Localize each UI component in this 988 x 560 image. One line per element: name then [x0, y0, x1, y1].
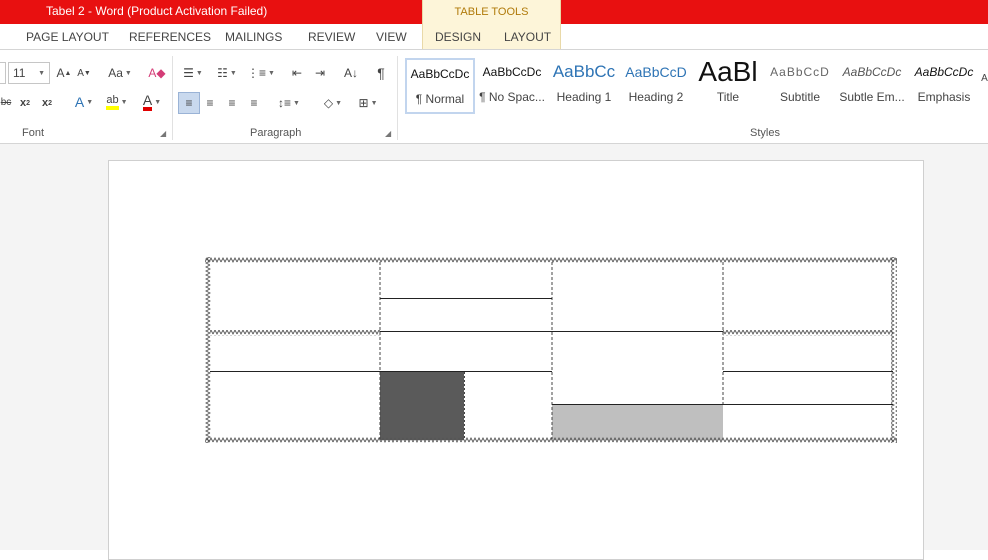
styles-scroll-icon[interactable]: A	[981, 68, 988, 88]
window-title: Tabel 2 - Word (Product Activation Faile…	[46, 4, 268, 18]
style-subtle-emphasis[interactable]: AaBbCcDc Subtle Em...	[837, 58, 907, 114]
tab-review[interactable]: REVIEW	[308, 30, 355, 44]
style-name: Title	[716, 90, 740, 104]
style-preview: AaBbCcD	[770, 65, 830, 79]
ribbon: 11 ▼ A ▲ A ▼ Aa ▼ A◆ bc x2 x2 A ▼ ab ▼ A ▼ Font…	[0, 50, 988, 144]
numbering-icon[interactable]: ☷ ▼	[213, 63, 241, 83]
justify-icon[interactable]: ≡	[245, 93, 263, 113]
change-case-icon[interactable]: Aa ▼	[106, 63, 134, 83]
bullets-icon[interactable]: ☰ ▼	[179, 63, 207, 83]
shaded-cell-light[interactable]	[552, 405, 723, 440]
font-size-value: 11	[13, 66, 26, 80]
style-title[interactable]: AaBl Title	[693, 58, 763, 114]
style-preview: AaBbCcDc	[482, 65, 542, 79]
font-size-box[interactable]: 11 ▼	[8, 62, 50, 84]
style-name: Heading 1	[556, 90, 612, 104]
sort-icon[interactable]: A↓	[342, 63, 360, 83]
increase-indent-icon[interactable]: ⇥	[311, 63, 329, 83]
align-right-icon[interactable]: ≡	[223, 93, 241, 113]
decrease-indent-icon[interactable]: ⇤	[288, 63, 306, 83]
style-name: ¶ No Spac...	[479, 90, 545, 104]
align-center-icon[interactable]: ≡	[201, 93, 219, 113]
shrink-font-icon[interactable]: A ▼	[77, 63, 91, 83]
document-table[interactable]	[205, 257, 897, 443]
style-heading-2[interactable]: AaBbCcD Heading 2	[621, 58, 691, 114]
superscript-icon[interactable]: x2	[40, 93, 54, 113]
table-border-right	[891, 257, 897, 443]
style-name: Subtle Em...	[839, 90, 905, 104]
tab-layout[interactable]: LAYOUT	[504, 30, 551, 44]
style-preview: AaBbCcDc	[410, 67, 470, 81]
style-name: Heading 2	[628, 90, 684, 104]
table-border-left	[205, 257, 211, 443]
group-separator	[397, 56, 398, 140]
font-dialog-launcher-icon[interactable]: ◢	[160, 129, 166, 138]
style-preview: AaBl	[698, 58, 758, 86]
font-name-box-edge[interactable]	[0, 62, 6, 84]
paragraph-group-label: Paragraph	[250, 127, 302, 139]
font-group-label: Font	[22, 127, 45, 139]
tab-design[interactable]: DESIGN	[435, 30, 481, 44]
style-name: Subtitle	[779, 90, 821, 104]
paragraph-dialog-launcher-icon[interactable]: ◢	[385, 129, 391, 138]
style-preview: AaBbCcD	[625, 64, 687, 80]
font-color-icon[interactable]: A ▼	[138, 92, 166, 112]
table-tools-label: TABLE TOOLS	[454, 6, 529, 18]
table-border-inner	[210, 330, 380, 336]
grow-font-icon[interactable]: A ▲	[57, 63, 72, 83]
borders-icon[interactable]: ⊞ ▼	[353, 93, 383, 113]
table-border-top	[205, 257, 897, 263]
align-left-icon[interactable]: ≡	[178, 92, 200, 114]
style-heading-1[interactable]: AaBbCc Heading 1	[549, 58, 619, 114]
shading-icon[interactable]: ◇ ▼	[318, 93, 348, 113]
style-preview: AaBbCcDc	[842, 65, 902, 79]
group-separator	[172, 56, 173, 140]
line-spacing-icon[interactable]: ↕≡ ▼	[275, 93, 303, 113]
tab-view[interactable]: VIEW	[376, 30, 407, 44]
style-name: ¶ Normal	[415, 92, 465, 106]
table-tools-band: TABLE TOOLS DESIGN LAYOUT	[422, 0, 561, 49]
styles-group-label: Styles	[750, 127, 780, 139]
tab-references[interactable]: REFERENCES	[129, 30, 211, 44]
table-border-bottom	[205, 437, 897, 443]
style-subtitle[interactable]: AaBbCcD Subtitle	[765, 58, 835, 114]
subscript-icon[interactable]: x2	[18, 93, 32, 113]
show-marks-icon[interactable]: ¶	[372, 63, 390, 83]
style-emphasis[interactable]: AaBbCcDc Emphasis	[909, 58, 979, 114]
shaded-cell-dark[interactable]	[380, 372, 464, 440]
chevron-down-icon: ▼	[38, 69, 45, 77]
style-preview: AaBbCcDc	[914, 65, 974, 79]
style-normal[interactable]: AaBbCcDc ¶ Normal	[405, 58, 475, 114]
table-border-inner	[723, 330, 893, 336]
highlight-color-icon[interactable]: ab ▼	[102, 92, 132, 112]
strikethrough-icon[interactable]: bc	[0, 92, 12, 112]
multilevel-list-icon[interactable]: ⋮≡ ▼	[247, 63, 275, 83]
text-effects-icon[interactable]: A ▼	[70, 92, 98, 112]
tab-page-layout[interactable]: PAGE LAYOUT	[26, 30, 109, 44]
style-name: Emphasis	[917, 90, 971, 104]
style-no-spacing[interactable]: AaBbCcDc ¶ No Spac...	[477, 58, 547, 114]
tab-mailings[interactable]: MAILINGS	[225, 30, 282, 44]
style-preview: AaBbCc	[552, 62, 616, 81]
clear-formatting-icon[interactable]: A◆	[148, 63, 166, 83]
